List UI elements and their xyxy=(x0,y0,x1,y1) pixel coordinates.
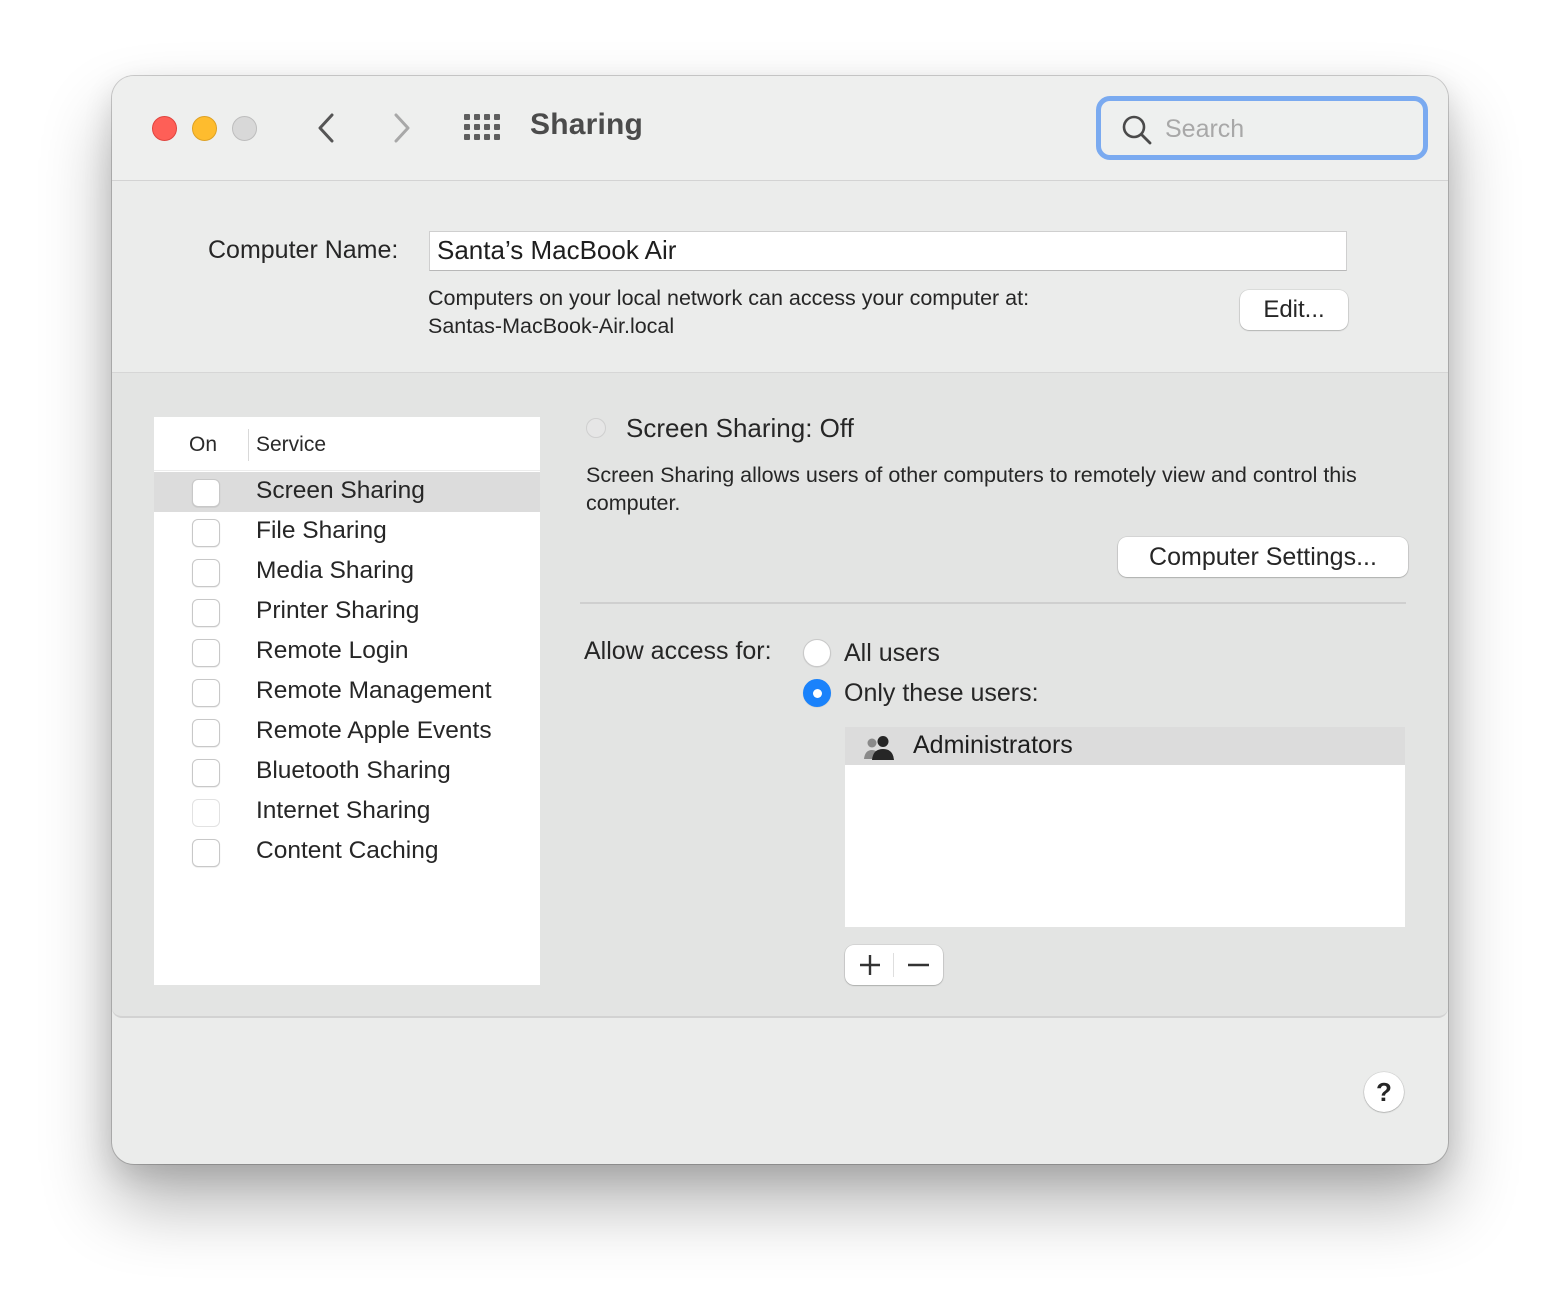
service-checkbox[interactable] xyxy=(192,799,220,827)
computer-settings-button[interactable]: Computer Settings... xyxy=(1118,537,1408,577)
service-row[interactable]: Internet Sharing xyxy=(154,792,540,832)
title-bar: Sharing xyxy=(112,76,1448,181)
add-user-button[interactable] xyxy=(845,945,894,985)
grid-dot xyxy=(484,134,490,140)
show-all-button[interactable] xyxy=(464,114,502,142)
grid-dot xyxy=(494,134,500,140)
service-panel: On Service Screen Sharing File Sharing Med… xyxy=(112,372,1448,1018)
service-name: Internet Sharing xyxy=(256,797,431,824)
grid-dot xyxy=(484,124,490,130)
grid-dot xyxy=(494,124,500,130)
service-name: Media Sharing xyxy=(256,557,414,584)
service-row[interactable]: Remote Apple Events xyxy=(154,712,540,752)
grid-dot xyxy=(464,124,470,130)
grid-dot xyxy=(464,134,470,140)
service-checkbox[interactable] xyxy=(192,719,220,747)
all-users-radio[interactable] xyxy=(803,639,831,667)
column-separator xyxy=(248,429,249,461)
grid-dot xyxy=(474,134,480,140)
forward-button[interactable] xyxy=(384,109,418,147)
local-hostname: Santas-MacBook-Air.local xyxy=(428,314,675,338)
service-name: Printer Sharing xyxy=(256,597,420,624)
user-row[interactable]: Administrators xyxy=(845,727,1405,765)
service-checkbox[interactable] xyxy=(192,679,220,707)
service-name: File Sharing xyxy=(256,517,387,544)
service-checkbox[interactable] xyxy=(192,639,220,667)
service-list[interactable]: On Service Screen Sharing File Sharing Med… xyxy=(154,417,540,985)
service-name: Content Caching xyxy=(256,837,439,864)
zoom-button[interactable] xyxy=(232,116,257,141)
service-checkbox[interactable] xyxy=(192,759,220,787)
chevron-right-icon xyxy=(394,113,410,143)
service-checkbox[interactable] xyxy=(192,559,220,587)
back-button[interactable] xyxy=(310,109,344,147)
service-status-indicator xyxy=(586,418,606,438)
all-users-label[interactable]: All users xyxy=(844,639,940,668)
column-header-service[interactable]: Service xyxy=(256,433,326,457)
group-icon xyxy=(864,736,894,760)
column-header-on[interactable]: On xyxy=(189,433,217,457)
search-field[interactable] xyxy=(1096,96,1428,160)
only-these-users-label[interactable]: Only these users: xyxy=(844,679,1039,708)
computer-name-label: Computer Name: xyxy=(208,236,399,264)
chevron-left-icon xyxy=(318,113,334,143)
close-button[interactable] xyxy=(152,116,177,141)
service-name: Screen Sharing xyxy=(256,477,425,504)
service-list-header: On Service xyxy=(154,417,540,471)
service-row[interactable]: File Sharing xyxy=(154,512,540,552)
service-row[interactable]: Content Caching xyxy=(154,832,540,872)
service-checkbox[interactable] xyxy=(192,479,220,507)
service-name: Remote Login xyxy=(256,637,409,664)
minimize-button[interactable] xyxy=(192,116,217,141)
service-name: Remote Management xyxy=(256,677,492,704)
user-name: Administrators xyxy=(913,731,1073,759)
sharing-window: Sharing Computer Name: Santa’s MacBook A… xyxy=(112,76,1448,1164)
grid-dot xyxy=(494,114,500,120)
service-checkbox[interactable] xyxy=(192,839,220,867)
service-description: Screen Sharing allows users of other com… xyxy=(586,463,1357,515)
service-row[interactable]: Media Sharing xyxy=(154,552,540,592)
service-row[interactable]: Remote Login xyxy=(154,632,540,672)
service-name: Remote Apple Events xyxy=(256,717,492,744)
grid-dot xyxy=(484,114,490,120)
service-checkbox[interactable] xyxy=(192,519,220,547)
service-row[interactable]: Bluetooth Sharing xyxy=(154,752,540,792)
divider xyxy=(580,602,1406,604)
remove-user-button[interactable] xyxy=(894,945,943,985)
grid-dot xyxy=(474,124,480,130)
window-title: Sharing xyxy=(530,108,644,141)
service-row[interactable]: Remote Management xyxy=(154,672,540,712)
help-button[interactable]: ? xyxy=(1364,1072,1404,1112)
service-row[interactable]: Screen Sharing xyxy=(154,472,540,512)
computer-name-input[interactable]: Santa’s MacBook Air xyxy=(429,231,1347,271)
service-checkbox[interactable] xyxy=(192,599,220,627)
service-row[interactable]: Printer Sharing xyxy=(154,592,540,632)
minus-icon xyxy=(908,963,929,967)
search-icon xyxy=(1122,115,1152,145)
search-input[interactable] xyxy=(1165,111,1415,147)
only-these-users-radio[interactable] xyxy=(803,679,831,707)
local-network-text: Computers on your local network can acce… xyxy=(428,286,1030,310)
grid-dot xyxy=(464,114,470,120)
service-status: Screen Sharing: Off xyxy=(626,413,854,443)
allow-access-label: Allow access for: xyxy=(584,637,772,665)
plus-icon xyxy=(860,955,880,975)
edit-hostname-button[interactable]: Edit... xyxy=(1240,290,1348,330)
service-name: Bluetooth Sharing xyxy=(256,757,451,784)
allowed-users-list[interactable]: Administrators xyxy=(845,727,1405,927)
local-hostname-info: Computers on your local network can acce… xyxy=(428,284,1029,340)
grid-dot xyxy=(474,114,480,120)
add-remove-buttons xyxy=(845,945,943,985)
